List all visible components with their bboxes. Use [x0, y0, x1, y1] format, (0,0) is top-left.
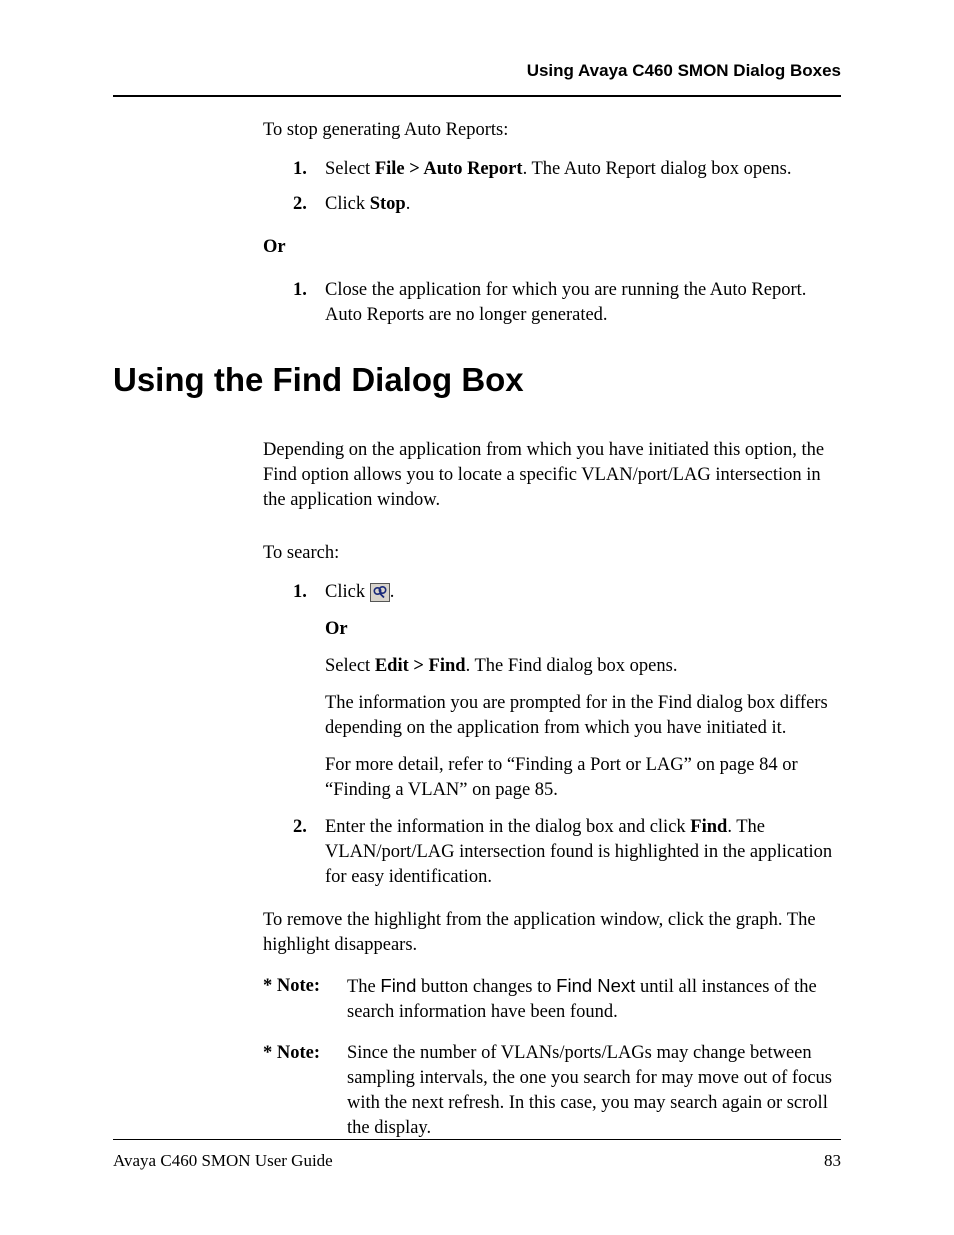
find-steps: 1. Click . — [293, 580, 841, 605]
step-text: Select File > Auto Report. The Auto Repo… — [325, 159, 791, 179]
find-step-1: 1. Click . — [293, 580, 841, 605]
stop-alt-step-1: 1. Close the application for which you a… — [293, 278, 841, 328]
content-area: To stop generating Auto Reports: 1. Sele… — [113, 118, 841, 1115]
note-text: Since the number of VLANs/ports/LAGs may… — [347, 1043, 832, 1138]
remove-highlight: To remove the highlight from the applica… — [263, 908, 841, 958]
step-number: 2. — [293, 192, 307, 217]
stop-steps: 1. Select File > Auto Report. The Auto R… — [293, 157, 841, 217]
find-intro: Depending on the application from which … — [263, 438, 841, 513]
note-text: The Find button changes to Find Next unt… — [347, 977, 817, 1022]
find-step-2: 2. Enter the information in the dialog b… — [293, 815, 841, 890]
note-label: * Note: — [263, 1041, 320, 1066]
running-header: Using Avaya C460 SMON Dialog Boxes — [113, 60, 841, 83]
stop-step-2: 2. Click Stop. — [293, 192, 841, 217]
bottom-rule — [113, 1139, 841, 1140]
step1-para2: The information you are prompted for in … — [325, 691, 841, 741]
section-heading: Using the Find Dialog Box — [113, 358, 841, 403]
footer-guide: Avaya C460 SMON User Guide — [113, 1150, 333, 1173]
step-text: Close the application for which you are … — [325, 280, 806, 325]
step1-or: Or — [325, 617, 841, 642]
top-rule — [113, 95, 841, 97]
stop-generating-intro: To stop generating Auto Reports: — [263, 118, 841, 143]
step-number: 1. — [293, 157, 307, 182]
step1-alt: Select Edit > Find. The Find dialog box … — [325, 654, 841, 679]
to-search-label: To search: — [263, 541, 841, 566]
step-text: Enter the information in the dialog box … — [325, 817, 832, 887]
step-text: Click . — [325, 582, 394, 602]
note-1: * Note: The Find button changes to Find … — [263, 974, 841, 1025]
step-number: 2. — [293, 815, 307, 840]
stop-alt-steps: 1. Close the application for which you a… — [293, 278, 841, 328]
find-icon — [370, 583, 390, 602]
step-number: 1. — [293, 278, 307, 303]
step-text: Click Stop. — [325, 194, 410, 214]
or-label: Or — [263, 235, 841, 260]
footer-page: 83 — [824, 1150, 841, 1173]
page: Using Avaya C460 SMON Dialog Boxes To st… — [0, 0, 954, 1235]
note-label: * Note: — [263, 974, 320, 999]
note-2: * Note: Since the number of VLANs/ports/… — [263, 1041, 841, 1141]
step1-para3: For more detail, refer to “Finding a Por… — [325, 753, 841, 803]
step-number: 1. — [293, 580, 307, 605]
stop-step-1: 1. Select File > Auto Report. The Auto R… — [293, 157, 841, 182]
find-steps-cont: 2. Enter the information in the dialog b… — [293, 815, 841, 890]
footer: Avaya C460 SMON User Guide 83 — [113, 1150, 841, 1173]
